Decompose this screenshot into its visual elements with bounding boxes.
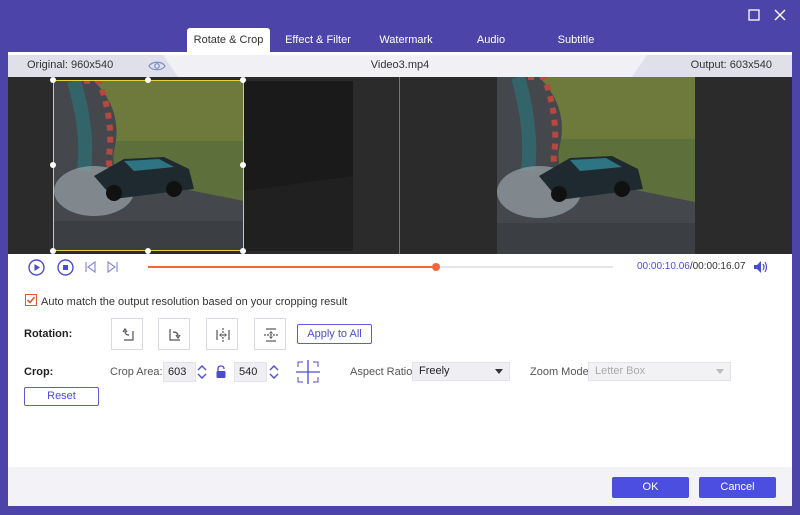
rotate-right-icon — [169, 329, 181, 341]
aspect-ratio-label: Aspect Ratio: — [350, 366, 416, 378]
rotate-right-button[interactable] — [158, 318, 190, 350]
file-name: Video3.mp4 — [370, 59, 430, 71]
tab-subtitle[interactable]: Subtitle — [536, 28, 616, 52]
zoom-mode-label: Zoom Mode: — [530, 366, 592, 378]
rotate-left-button[interactable] — [111, 318, 143, 350]
auto-match-label: Auto match the output resolution based o… — [41, 296, 348, 308]
tab-watermark[interactable]: Watermark — [366, 28, 446, 52]
flip-horizontal-button[interactable] — [206, 318, 238, 350]
flip-vertical-button[interactable] — [254, 318, 286, 350]
stop-icon[interactable] — [57, 259, 74, 276]
chevron-down-icon — [495, 369, 503, 374]
crop-selection[interactable] — [53, 80, 244, 251]
crop-height-stepper[interactable] — [268, 362, 280, 382]
video-preview-area — [8, 77, 792, 254]
crop-area-label: Crop Area: — [110, 366, 163, 378]
crop-handle-middle-left[interactable] — [50, 162, 56, 168]
auto-match-checkbox[interactable] — [25, 294, 37, 306]
close-icon[interactable] — [773, 8, 787, 22]
output-resolution: Output: 603x540 — [690, 59, 772, 71]
ok-button[interactable]: OK — [612, 477, 689, 498]
total-time: /00:00:16.07 — [689, 261, 746, 272]
crop-width-stepper[interactable] — [196, 362, 208, 382]
crop-label: Crop: — [24, 366, 54, 378]
crop-handle-top-right[interactable] — [240, 77, 246, 83]
current-time: 00:00:10.06 — [637, 261, 690, 272]
crop-height-input[interactable]: 540 — [234, 362, 267, 382]
checkmark-icon — [26, 296, 36, 304]
playback-bar: 00:00:10.06/00:00:16.07 — [8, 254, 792, 280]
tab-effect-filter[interactable]: Effect & Filter — [270, 28, 366, 52]
output-video-frame — [497, 77, 695, 254]
maximize-icon[interactable] — [747, 8, 761, 22]
aspect-ratio-select[interactable]: Freely — [412, 362, 510, 381]
flip-vertical-icon — [264, 328, 278, 342]
chevron-down-icon — [716, 369, 724, 374]
lock-icon[interactable] — [215, 365, 227, 379]
flip-horizontal-icon — [216, 328, 230, 342]
cancel-button[interactable]: Cancel — [699, 477, 776, 498]
preview-divider — [399, 77, 400, 254]
info-bar: Original: 960x540 Video3.mp4 Output: 603… — [8, 55, 792, 77]
progress-handle[interactable] — [432, 263, 441, 271]
crop-handle-top-left[interactable] — [50, 77, 56, 83]
zoom-mode-value: Letter Box — [595, 365, 646, 377]
play-icon[interactable] — [28, 259, 45, 276]
tab-bar: Rotate & Crop Effect & Filter Watermark … — [187, 28, 616, 52]
zoom-mode-select[interactable]: Letter Box — [588, 362, 731, 381]
crop-width-input[interactable]: 603 — [163, 362, 196, 382]
tab-rotate-crop[interactable]: Rotate & Crop — [187, 28, 270, 52]
cropped-out-region — [243, 81, 353, 251]
center-crop-icon[interactable] — [295, 359, 321, 385]
crop-handle-top-middle[interactable] — [145, 77, 151, 83]
tab-audio[interactable]: Audio — [446, 28, 536, 52]
reset-button[interactable]: Reset — [24, 387, 99, 406]
time-display: 00:00:10.06/00:00:16.07 — [637, 261, 745, 272]
progress-track[interactable] — [148, 263, 613, 271]
rotate-left-icon — [122, 327, 134, 341]
next-frame-icon[interactable] — [107, 261, 119, 273]
progress-fill — [148, 266, 437, 268]
aspect-ratio-value: Freely — [419, 365, 450, 377]
apply-to-all-button[interactable]: Apply to All — [297, 324, 372, 344]
crop-handle-middle-right[interactable] — [240, 162, 246, 168]
previous-frame-icon[interactable] — [84, 261, 96, 273]
volume-icon[interactable] — [753, 260, 769, 274]
rotation-label: Rotation: — [24, 328, 73, 340]
